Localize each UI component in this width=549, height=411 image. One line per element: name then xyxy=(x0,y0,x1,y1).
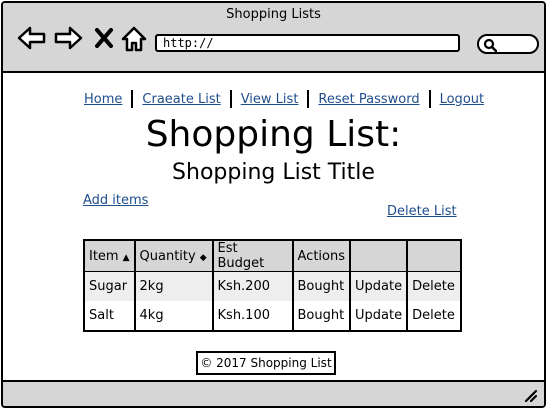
nav-link-view-list[interactable]: View List xyxy=(238,92,302,107)
search-input[interactable] xyxy=(477,34,539,54)
cell-item: Salt xyxy=(83,301,135,331)
delete-list-link[interactable]: Delete List xyxy=(387,204,457,219)
url-input[interactable]: http:// xyxy=(155,34,460,52)
add-items-link[interactable]: Add items xyxy=(83,193,148,208)
sort-both-icon: ◆ xyxy=(199,252,207,263)
nav-link-reset-password[interactable]: Reset Password xyxy=(315,92,422,107)
sort-asc-icon: ▲ xyxy=(122,252,130,263)
main-nav: Home Craeate List View List Reset Passwo… xyxy=(81,89,487,109)
nav-separator xyxy=(307,90,310,108)
list-title: Shopping List Title xyxy=(172,160,375,185)
search-icon xyxy=(483,38,497,52)
cell-quantity: 4kg xyxy=(133,301,213,331)
table-row: Salt 4kg Ksh.100 Bought Update Delete xyxy=(83,301,462,331)
column-header-label: Quantity xyxy=(139,248,196,264)
bought-button[interactable]: Bought xyxy=(291,271,351,301)
home-icon[interactable] xyxy=(121,25,147,53)
nav-separator xyxy=(131,90,134,108)
column-header-quantity[interactable]: Quantity ◆ xyxy=(133,240,213,272)
nav-separator xyxy=(229,90,232,108)
bought-button[interactable]: Bought xyxy=(291,301,351,331)
delete-button[interactable]: Delete xyxy=(406,271,462,301)
table-header-row: Item ▲ Quantity ◆ Est Budget Actions xyxy=(83,240,462,272)
column-header-empty xyxy=(349,240,408,272)
column-header-actions: Actions xyxy=(291,240,351,272)
delete-button[interactable]: Delete xyxy=(406,301,462,331)
resize-grip-icon[interactable] xyxy=(522,387,538,403)
cell-quantity: 2kg xyxy=(133,271,213,301)
column-header-item[interactable]: Item ▲ xyxy=(83,240,135,272)
nav-link-create-list[interactable]: Craeate List xyxy=(139,92,223,107)
column-header-empty xyxy=(406,240,462,272)
table-row: Sugar 2kg Ksh.200 Bought Update Delete xyxy=(83,271,462,301)
nav-link-home[interactable]: Home xyxy=(81,92,125,107)
close-icon[interactable] xyxy=(93,25,115,51)
cell-budget: Ksh.200 xyxy=(211,271,293,301)
column-header-label: Item xyxy=(89,248,119,264)
update-button[interactable]: Update xyxy=(349,301,408,331)
cell-item: Sugar xyxy=(83,271,135,301)
page-title: Shopping List: xyxy=(145,114,402,155)
update-button[interactable]: Update xyxy=(349,271,408,301)
arrow-right-icon[interactable] xyxy=(53,25,83,51)
arrow-left-icon[interactable] xyxy=(17,25,47,51)
footer: © 2017 Shopping List xyxy=(196,351,336,375)
column-header-est-budget: Est Budget xyxy=(211,240,293,272)
browser-window: Shopping Lists http:// Home Craeate List… xyxy=(1,1,546,408)
nav-link-logout[interactable]: Logout xyxy=(437,92,488,107)
cell-budget: Ksh.100 xyxy=(211,301,293,331)
window-title: Shopping Lists xyxy=(226,7,321,22)
nav-separator xyxy=(428,90,431,108)
items-table: Item ▲ Quantity ◆ Est Budget Actions Sugar… xyxy=(83,239,463,332)
title-bar: Shopping Lists http:// xyxy=(3,3,544,73)
status-bar xyxy=(3,380,544,406)
